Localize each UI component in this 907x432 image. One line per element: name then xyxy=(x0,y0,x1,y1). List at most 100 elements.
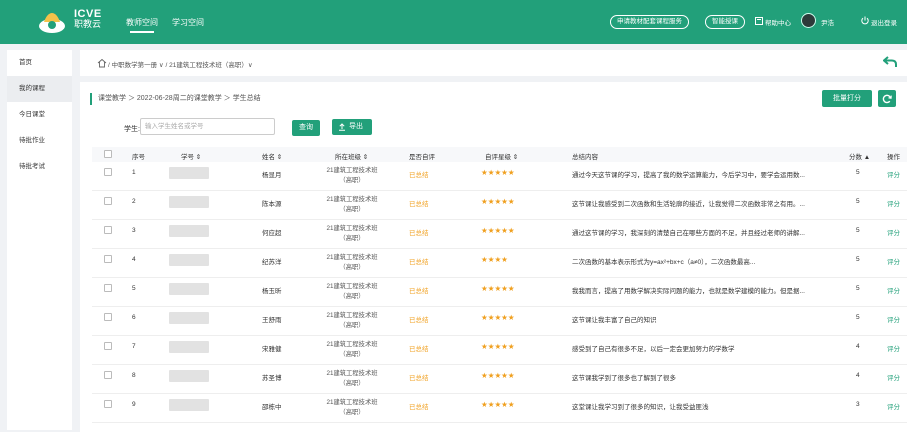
row-self-eval: 已总结 xyxy=(409,259,429,266)
logo-text: ICVE 职教云 xyxy=(74,8,102,30)
row-name: 纪苏洋 xyxy=(262,259,282,266)
row-name: 苏圣博 xyxy=(262,375,282,382)
table-row: 1 杨显月 21建筑工程技术班（高职） 已总结 ★★★★★ 通过今天这节课的学习，提高了我… xyxy=(92,162,907,191)
query-button[interactable]: 查询 xyxy=(292,120,320,136)
row-name: 邵栋中 xyxy=(262,404,282,411)
row-class: 21建筑工程技术班（高职） xyxy=(326,283,378,300)
row-index: 1 xyxy=(132,169,136,176)
row-score: 4 xyxy=(856,343,860,350)
export-button[interactable]: 导出 xyxy=(332,119,372,135)
row-rate-button[interactable]: 评分 xyxy=(887,256,900,266)
row-class: 21建筑工程技术班（高职） xyxy=(326,312,378,329)
page-breadcrumb: 课堂教学 ＞ 2022-06-28周二的课堂教学 ＞ 学生总结 xyxy=(90,93,261,105)
back-arrow-icon[interactable] xyxy=(883,56,897,68)
power-icon xyxy=(861,16,869,25)
help-icon xyxy=(755,17,763,25)
student-search-input[interactable] xyxy=(140,118,275,135)
logout-button[interactable]: 退出登录 xyxy=(871,17,897,27)
table-row: 4 纪苏洋 21建筑工程技术班（高职） 已总结 ★★★★ 二次函数的基本表示形式为y=ax… xyxy=(92,249,907,278)
table-row: 8 苏圣博 21建筑工程技术班（高职） 已总结 ★★★★★ 这节课我学到了很多也了解到了很… xyxy=(92,365,907,394)
row-score: 5 xyxy=(856,256,860,263)
sidebar-item-pending-exams[interactable]: 待批考试 xyxy=(7,154,72,180)
row-score: 5 xyxy=(856,198,860,205)
header-student-id[interactable]: 学号 ⇕ xyxy=(181,151,201,161)
row-score: 5 xyxy=(856,314,860,321)
row-checkbox[interactable] xyxy=(104,226,112,234)
row-class: 21建筑工程技术班（高职） xyxy=(326,196,378,213)
row-stars: ★★★★★ xyxy=(481,284,515,293)
header-index: 序号 xyxy=(132,154,145,161)
row-score: 5 xyxy=(856,227,860,234)
row-rate-button[interactable]: 评分 xyxy=(887,227,900,237)
row-rate-button[interactable]: 评分 xyxy=(887,198,900,208)
logo-icon xyxy=(39,13,65,33)
row-checkbox[interactable] xyxy=(104,168,112,176)
row-class: 21建筑工程技术班（高职） xyxy=(326,341,378,358)
tab-teacher-space[interactable]: 教师空间 xyxy=(126,17,158,33)
row-checkbox[interactable] xyxy=(104,255,112,263)
row-checkbox[interactable] xyxy=(104,284,112,292)
main-panel: 课堂教学 ＞ 2022-06-28周二的课堂教学 ＞ 学生总结 批量打分 学生:… xyxy=(80,82,907,432)
header-content: 总结内容 xyxy=(572,154,598,161)
student-id-redacted xyxy=(169,225,209,237)
row-stars: ★★★★ xyxy=(481,255,508,264)
course-breadcrumb[interactable]: / 中职数学第一册 ∨ / 21建筑工程技术班（高职）∨ xyxy=(108,59,253,69)
row-rate-button[interactable]: 评分 xyxy=(887,343,900,353)
row-index: 5 xyxy=(132,285,136,292)
row-stars: ★★★★★ xyxy=(481,371,515,380)
tab-study-space[interactable]: 学习空间 xyxy=(172,17,204,28)
logo-title: ICVE xyxy=(74,8,102,20)
row-checkbox[interactable] xyxy=(104,197,112,205)
select-all-checkbox[interactable] xyxy=(104,150,112,158)
row-checkbox[interactable] xyxy=(104,342,112,350)
row-content: 二次函数的基本表示形式为y=ax²+bx+c（a≠0），二次函数最高... xyxy=(572,259,756,266)
row-checkbox[interactable] xyxy=(104,371,112,379)
home-icon[interactable] xyxy=(97,58,107,68)
smart-teaching-button[interactable]: 智能授课 xyxy=(705,15,745,29)
user-name[interactable]: 尹浩 xyxy=(821,17,834,27)
row-self-eval: 已总结 xyxy=(409,346,429,353)
sidebar-item-today-class[interactable]: 今日课堂 xyxy=(7,102,72,128)
sidebar-item-pending-homework[interactable]: 待批作业 xyxy=(7,128,72,154)
row-rate-button[interactable]: 评分 xyxy=(887,314,900,324)
row-stars: ★★★★★ xyxy=(481,197,515,206)
row-stars: ★★★★★ xyxy=(481,313,515,322)
table-row: 2 陈本源 21建筑工程技术班（高职） 已总结 ★★★★★ 这节课让我感受到二次函数和生活… xyxy=(92,191,907,220)
row-checkbox[interactable] xyxy=(104,400,112,408)
apply-textbook-service-button[interactable]: 申请教材配套课程服务 xyxy=(610,15,689,29)
header-score[interactable]: 分数 ▲ xyxy=(849,151,870,161)
row-rate-button[interactable]: 评分 xyxy=(887,372,900,382)
row-self-eval: 已总结 xyxy=(409,172,429,179)
table-row: 3 何应超 21建筑工程技术班（高职） 已总结 ★★★★★ 通过这节课的学习，我深刻的清楚… xyxy=(92,220,907,249)
student-id-redacted xyxy=(169,370,209,382)
row-rate-button[interactable]: 评分 xyxy=(887,169,900,179)
help-center-link[interactable]: 帮助中心 xyxy=(765,17,791,27)
row-rate-button[interactable]: 评分 xyxy=(887,285,900,295)
row-rate-button[interactable]: 评分 xyxy=(887,401,900,411)
student-id-redacted xyxy=(169,312,209,324)
row-content: 这堂课让我学习到了很多的知识，让我受益匪浅 xyxy=(572,404,709,411)
export-label: 导出 xyxy=(349,123,363,130)
row-self-eval: 已总结 xyxy=(409,375,429,382)
header-name[interactable]: 姓名 ⇕ xyxy=(262,151,282,161)
row-checkbox[interactable] xyxy=(104,313,112,321)
header-self-eval: 是否自评 xyxy=(409,154,435,161)
logo-subtitle: 职教云 xyxy=(74,19,102,29)
sidebar-item-home[interactable]: 首页 xyxy=(7,50,72,76)
row-stars: ★★★★★ xyxy=(481,342,515,351)
row-class: 21建筑工程技术班（高职） xyxy=(326,225,378,242)
refresh-button[interactable] xyxy=(878,90,896,107)
row-name: 宋雅健 xyxy=(262,346,282,353)
refresh-icon xyxy=(882,94,892,104)
row-stars: ★★★★★ xyxy=(481,226,515,235)
table-row: 7 宋雅健 21建筑工程技术班（高职） 已总结 ★★★★★ 感受到了自己有很多不足，以后一… xyxy=(92,336,907,365)
header-class[interactable]: 所在班级 ⇕ xyxy=(335,151,368,161)
row-self-eval: 已总结 xyxy=(409,230,429,237)
batch-score-button[interactable]: 批量打分 xyxy=(822,90,872,107)
header-stars[interactable]: 自评星级 ⇕ xyxy=(485,151,518,161)
row-name: 杨显月 xyxy=(262,172,282,179)
row-stars: ★★★★★ xyxy=(481,168,515,177)
sidebar-item-my-courses[interactable]: 我的课程 xyxy=(7,76,72,102)
row-index: 3 xyxy=(132,227,136,234)
avatar[interactable] xyxy=(801,13,816,28)
